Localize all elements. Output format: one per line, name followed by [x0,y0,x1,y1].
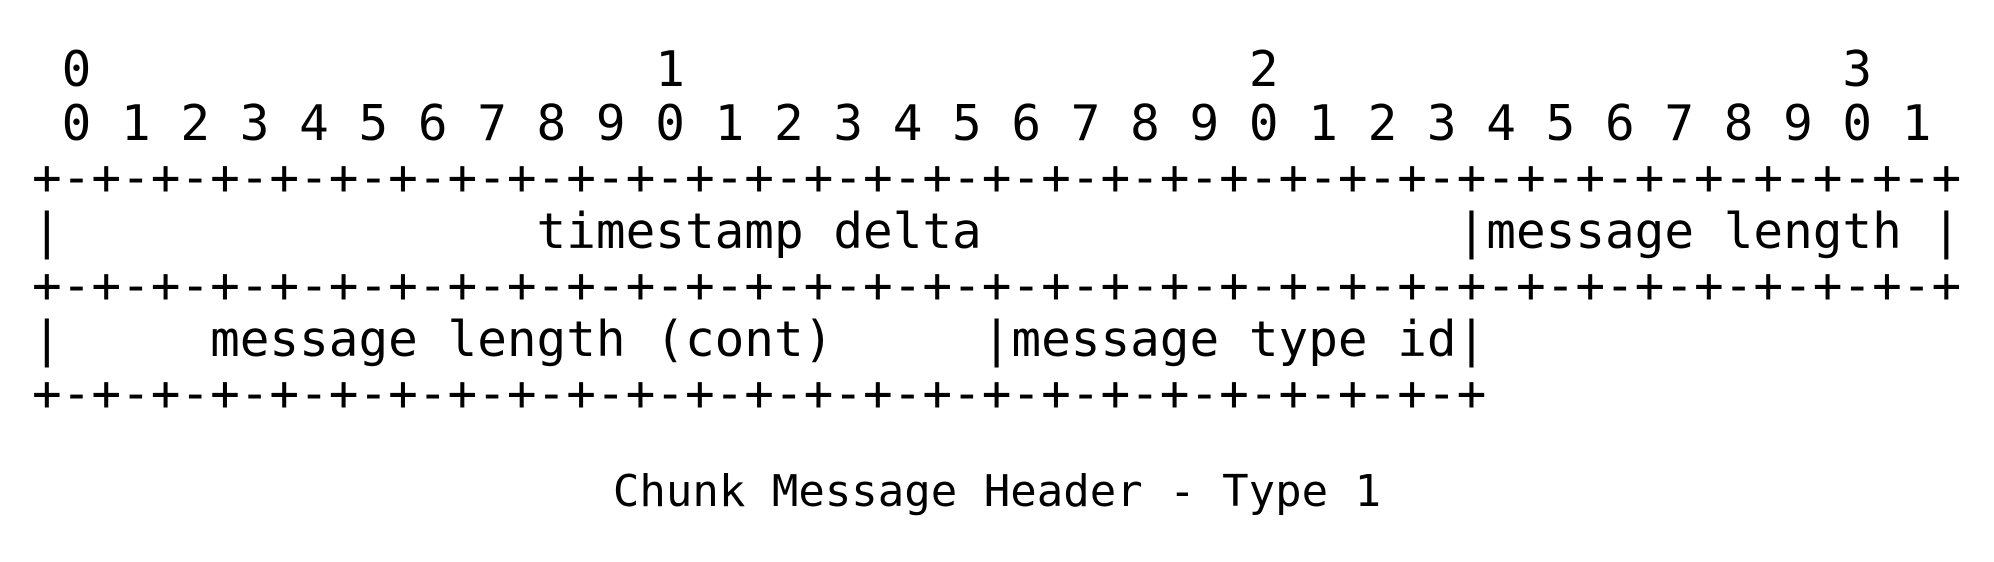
top-border: +-+-+-+-+-+-+-+-+-+-+-+-+-+-+-+-+-+-+-+-… [32,148,1962,206]
packet-header-diagram: 0 1 2 3 0 1 2 3 4 5 6 7 8 9 0 1 2 3 4 5 … [32,42,1961,420]
field-row-timestamp-delta: | timestamp delta |message length | [32,202,1962,260]
bit-tens-row: 0 1 2 3 [32,40,1873,98]
bottom-border: +-+-+-+-+-+-+-+-+-+-+-+-+-+-+-+-+-+-+-+-… [32,364,1487,422]
middle-border: +-+-+-+-+-+-+-+-+-+-+-+-+-+-+-+-+-+-+-+-… [32,256,1962,314]
diagram-caption: Chunk Message Header - Type 1 [612,466,1382,517]
field-row-message-type: | message length (cont) |message type id… [32,310,1487,368]
bit-units-row: 0 1 2 3 4 5 6 7 8 9 0 1 2 3 4 5 6 7 8 9 … [32,94,1932,152]
